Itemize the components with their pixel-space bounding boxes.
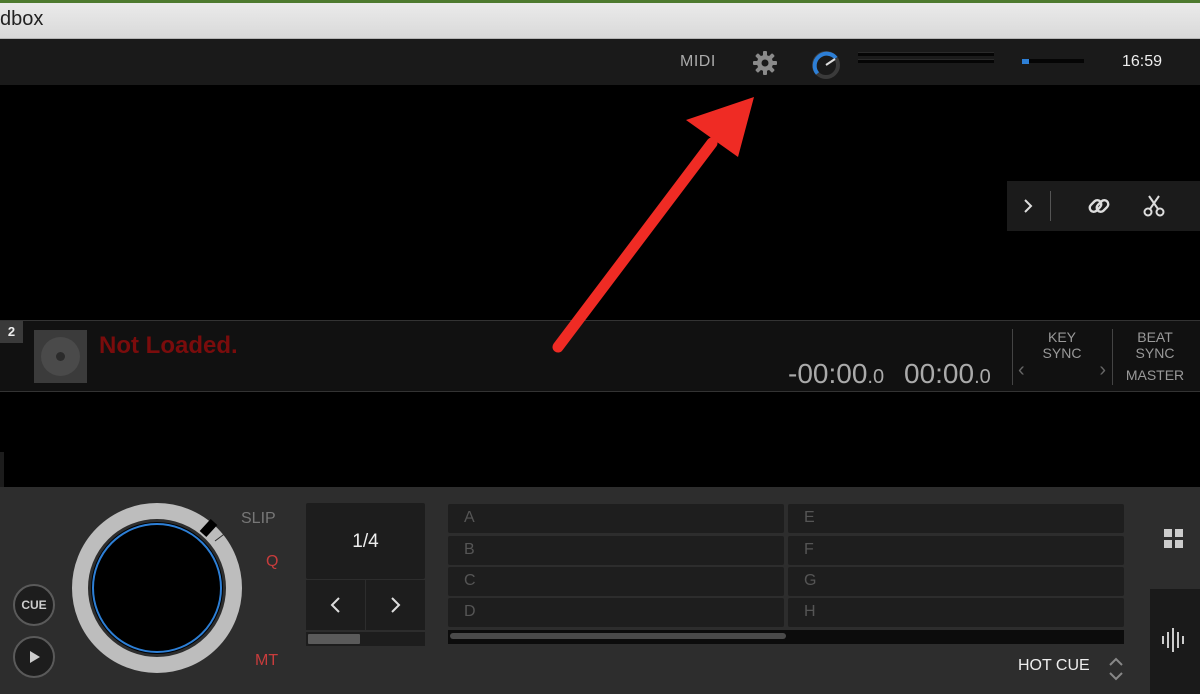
pad-label: E bbox=[804, 509, 815, 526]
fx-toolbar bbox=[1007, 181, 1200, 231]
pad-label: F bbox=[804, 541, 814, 558]
pad-label: G bbox=[804, 572, 817, 589]
hot-cue-pad-g[interactable]: G bbox=[788, 567, 1124, 596]
sync-label: SYNC bbox=[1042, 345, 1082, 361]
key-label: KEY bbox=[1047, 329, 1076, 345]
loop-length-value: 1/4 bbox=[352, 531, 379, 552]
key-sync-button[interactable]: KEY SYNC ‹ › bbox=[1012, 329, 1110, 385]
pad-mode-label[interactable]: HOT CUE bbox=[1018, 657, 1090, 675]
scissors-icon[interactable] bbox=[1139, 191, 1169, 221]
loop-halve-button[interactable] bbox=[306, 580, 365, 630]
pad-label: D bbox=[464, 603, 476, 620]
jog-wheel[interactable] bbox=[72, 503, 242, 673]
chevron-left-icon bbox=[330, 597, 340, 613]
hot-cue-pad-h[interactable]: H bbox=[788, 598, 1124, 627]
settings-gear-icon[interactable] bbox=[752, 50, 778, 76]
top-bar: MIDI 16:59 bbox=[0, 39, 1200, 85]
window-title: dbox bbox=[0, 8, 44, 30]
hot-cue-pad-b[interactable]: B bbox=[448, 536, 784, 565]
quantize-button[interactable]: Q bbox=[266, 553, 278, 571]
pad-scrollbar[interactable] bbox=[448, 630, 1124, 644]
hot-cue-pad-e[interactable]: E bbox=[788, 504, 1124, 533]
deck-number: 2 bbox=[0, 321, 23, 343]
loop-double-button[interactable] bbox=[366, 580, 425, 630]
toolbar-divider bbox=[1050, 191, 1051, 221]
pad-label: C bbox=[464, 572, 476, 589]
hot-cue-pad-d[interactable]: D bbox=[448, 598, 784, 627]
time-elapsed-frac: .0 bbox=[974, 366, 991, 388]
track-status: Not Loaded. bbox=[99, 332, 238, 359]
link-icon[interactable] bbox=[1084, 191, 1114, 221]
slip-button[interactable]: SLIP bbox=[241, 510, 276, 528]
beat-sync-label: BEAT SYNC bbox=[1113, 329, 1197, 361]
deck-2-header: 2 Not Loaded. -00:00.0 00:00.0 KEY SYNC ‹… bbox=[0, 320, 1200, 392]
time-remaining-frac: .0 bbox=[867, 366, 885, 388]
loop-scrollbar-thumb[interactable] bbox=[308, 634, 360, 644]
master-level-meter bbox=[858, 52, 994, 70]
waveform-view-icon[interactable] bbox=[1160, 628, 1190, 652]
pad-scrollbar-thumb[interactable] bbox=[450, 633, 786, 639]
side-edge bbox=[0, 452, 4, 488]
pad-grid-icon[interactable] bbox=[1163, 528, 1185, 550]
time-remaining-main: -00:00 bbox=[788, 358, 868, 389]
time-elapsed-main: 00:00 bbox=[904, 358, 975, 389]
key-sync-label: KEY SYNC bbox=[1013, 329, 1111, 361]
time-remaining: -00:00.0 bbox=[788, 358, 884, 390]
midi-button[interactable]: MIDI bbox=[680, 53, 716, 71]
loop-length-display[interactable]: 1/4 bbox=[306, 503, 425, 579]
recording-meter bbox=[1022, 59, 1084, 64]
beat-sync-button[interactable]: BEAT SYNC MASTER bbox=[1112, 329, 1200, 385]
clock: 16:59 bbox=[1122, 53, 1163, 70]
beat-sync-text: SYNC bbox=[1135, 345, 1175, 361]
pad-label: B bbox=[464, 541, 475, 558]
window-titlebar: dbox bbox=[0, 0, 1200, 39]
cue-button[interactable]: CUE bbox=[13, 584, 55, 626]
track-artwork bbox=[34, 330, 87, 383]
pad-label: H bbox=[804, 603, 816, 620]
hot-cue-pad-a[interactable]: A bbox=[448, 504, 784, 533]
key-down-chevron-icon[interactable]: ‹ bbox=[1018, 359, 1025, 382]
expand-chevron-icon[interactable] bbox=[1013, 191, 1043, 221]
beat-label: BEAT bbox=[1137, 329, 1173, 345]
hot-cue-pad-f[interactable]: F bbox=[788, 536, 1124, 565]
chevron-right-icon bbox=[391, 597, 401, 613]
play-icon bbox=[30, 651, 40, 663]
time-elapsed: 00:00.0 bbox=[904, 358, 991, 390]
cpu-load-knob-icon bbox=[812, 51, 840, 79]
master-button[interactable]: MASTER bbox=[1113, 367, 1197, 383]
pad-mode-up-down-icon[interactable] bbox=[1106, 654, 1126, 684]
play-button[interactable] bbox=[13, 636, 55, 678]
key-up-chevron-icon[interactable]: › bbox=[1099, 359, 1106, 382]
pad-label: A bbox=[464, 509, 475, 526]
desktop-edge bbox=[0, 0, 1200, 3]
hot-cue-pad-c[interactable]: C bbox=[448, 567, 784, 596]
disc-hole bbox=[56, 352, 65, 361]
loop-scrollbar[interactable] bbox=[306, 632, 425, 646]
master-tempo-button[interactable]: MT bbox=[255, 652, 278, 670]
